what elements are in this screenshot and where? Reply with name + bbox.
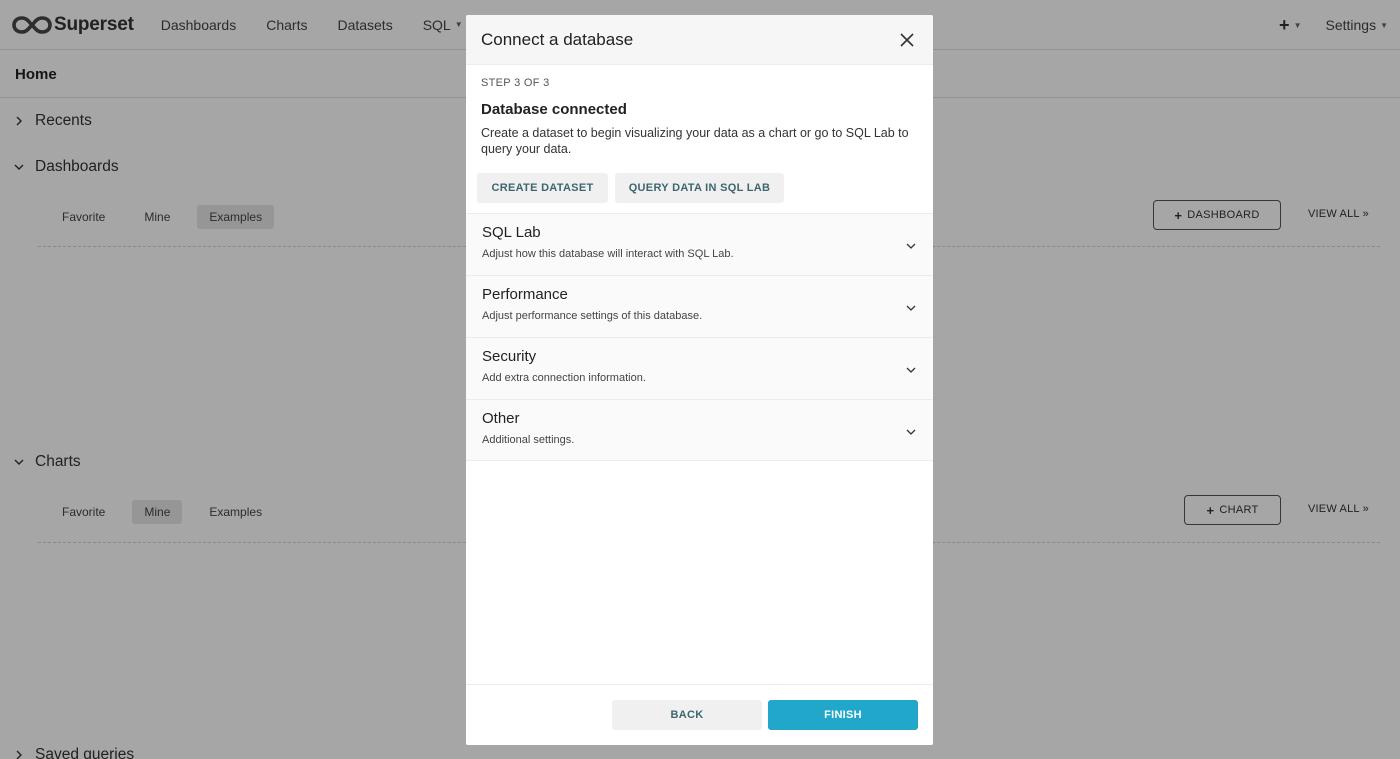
create-dataset-button[interactable]: CREATE DATASET [477,173,608,203]
chevron-down-icon [905,363,917,375]
panel-performance[interactable]: Performance Adjust performance settings … [466,275,933,337]
step-indicator: STEP 3 OF 3 [481,77,550,89]
panel-performance-title: Performance [482,286,568,303]
modal-title: Connect a database [481,29,634,49]
panel-security[interactable]: Security Add extra connection informatio… [466,337,933,399]
back-button[interactable]: BACK [612,700,762,730]
panel-other-desc: Additional settings. [482,434,575,446]
panel-other-title: Other [482,410,520,427]
panel-security-title: Security [482,348,537,365]
connected-description: Create a dataset to begin visualizing yo… [481,126,909,156]
panel-other[interactable]: Other Additional settings. [466,399,933,461]
chevron-down-icon [905,425,917,437]
finish-button[interactable]: FINISH [768,700,918,730]
panel-performance-desc: Adjust performance settings of this data… [482,310,703,322]
modal-header: Connect a database [466,15,933,65]
chevron-down-icon [905,301,917,313]
panel-security-desc: Add extra connection information. [482,372,646,384]
panel-sql-lab[interactable]: SQL Lab Adjust how this database will in… [466,213,933,275]
connected-heading: Database connected [481,101,627,118]
close-icon[interactable] [896,29,918,51]
chevron-down-icon [905,239,917,251]
panel-sql-lab-title: SQL Lab [482,224,541,241]
connect-database-modal: Connect a database STEP 3 OF 3 Database … [466,15,933,745]
panel-sql-lab-desc: Adjust how this database will interact w… [482,248,734,260]
query-sql-lab-button[interactable]: QUERY DATA IN SQL LAB [615,173,784,203]
modal-footer: BACK FINISH [466,684,933,745]
